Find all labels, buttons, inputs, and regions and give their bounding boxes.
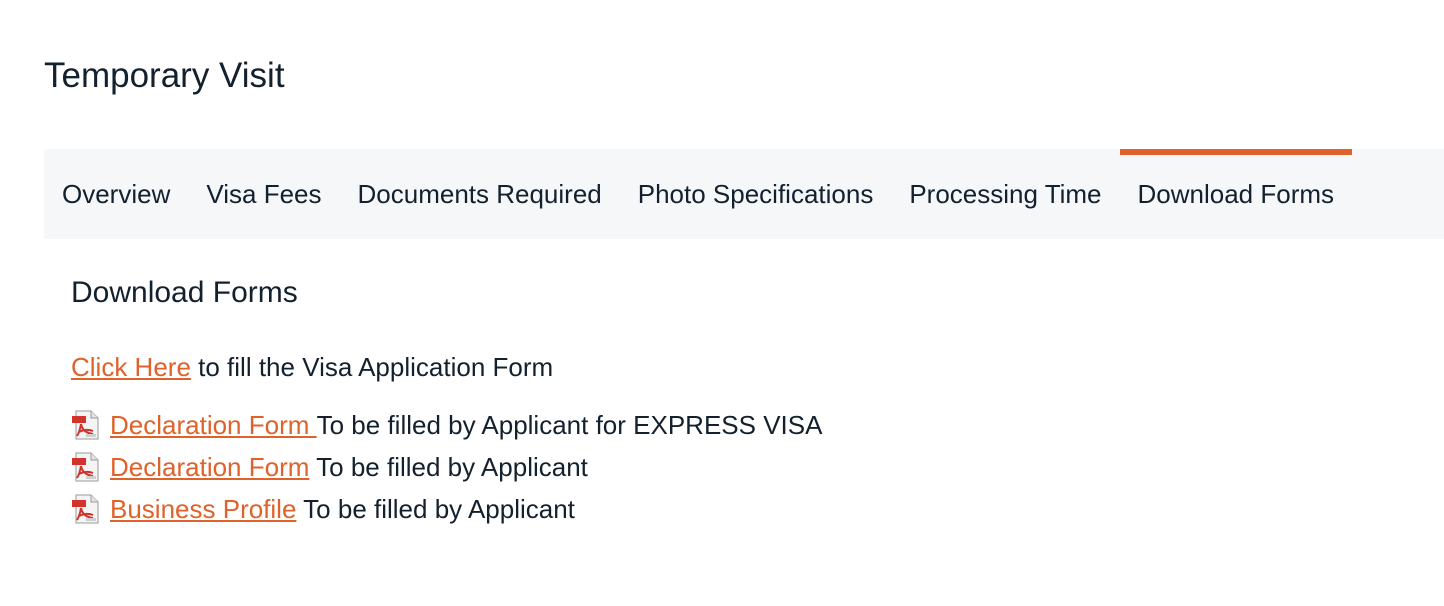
declaration-form-express-link[interactable]: Declaration Form xyxy=(110,404,317,446)
tab-label: Download Forms xyxy=(1137,178,1335,209)
section-title: Download Forms xyxy=(71,276,298,309)
list-item: Business Profile To be filled by Applica… xyxy=(71,488,1371,530)
tab-label: Photo Specifications xyxy=(637,178,874,209)
form-description: To be filled by Applicant xyxy=(309,452,588,482)
visa-application-line: Click Here to fill the Visa Application … xyxy=(71,352,1371,382)
download-forms-panel: Download Forms Click Here to fill the Vi… xyxy=(71,270,1371,530)
forms-list: Declaration Form To be filled by Applica… xyxy=(71,404,1371,530)
tab-processing-time[interactable]: Processing Time xyxy=(891,149,1119,239)
pdf-icon xyxy=(71,494,101,524)
pdf-icon xyxy=(71,452,101,482)
tab-visa-fees[interactable]: Visa Fees xyxy=(188,149,339,239)
tab-label: Documents Required xyxy=(357,178,602,209)
tab-download-forms[interactable]: Download Forms xyxy=(1119,149,1353,239)
tab-label: Visa Fees xyxy=(206,178,322,209)
form-description: To be filled by Applicant xyxy=(296,494,575,524)
tab-documents-required[interactable]: Documents Required xyxy=(340,149,620,239)
business-profile-link[interactable]: Business Profile xyxy=(110,488,296,530)
list-item: Declaration Form To be filled by Applica… xyxy=(71,446,1371,488)
tab-label: Overview xyxy=(62,178,171,209)
click-here-link[interactable]: Click Here xyxy=(71,352,191,382)
tab-label: Processing Time xyxy=(909,178,1102,209)
page-title: Temporary Visit xyxy=(44,56,285,95)
tab-overview[interactable]: Overview xyxy=(44,149,188,239)
visa-application-text: to fill the Visa Application Form xyxy=(190,352,554,382)
tab-bar: Overview Visa Fees Documents Required Ph… xyxy=(44,149,1444,239)
list-item: Declaration Form To be filled by Applica… xyxy=(71,404,1371,446)
declaration-form-link[interactable]: Declaration Form xyxy=(110,446,309,488)
pdf-icon xyxy=(71,410,101,440)
form-description: To be filled by Applicant for EXPRESS VI… xyxy=(316,410,823,440)
tab-photo-specifications[interactable]: Photo Specifications xyxy=(620,149,892,239)
